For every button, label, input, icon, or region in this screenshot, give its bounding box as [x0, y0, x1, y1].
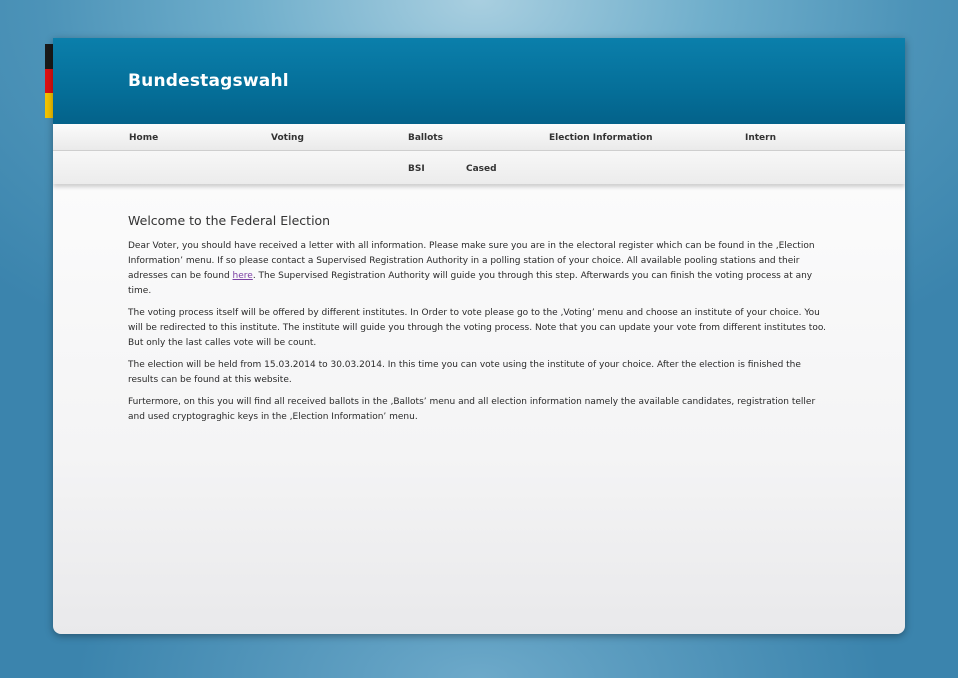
subnav-bsi[interactable]: BSI	[408, 164, 425, 174]
election-dates-paragraph: The election will be held from 15.03.201…	[128, 360, 801, 385]
nav-intern[interactable]: Intern	[745, 133, 776, 143]
nav-ballots[interactable]: Ballots	[408, 133, 443, 143]
flag-stripe-gold	[45, 93, 53, 118]
site-title: Bundestagswahl	[128, 71, 289, 91]
polling-stations-link[interactable]: here	[233, 271, 253, 281]
secondary-nav: BSI Cased	[53, 151, 905, 184]
german-flag-icon	[45, 44, 53, 118]
nav-election-information[interactable]: Election Information	[549, 133, 653, 143]
ballots-info-paragraph: Furtermore, on this you will find all re…	[128, 397, 816, 422]
voting-process-paragraph: The voting process itself will be offere…	[128, 308, 827, 348]
subnav-cased[interactable]: Cased	[466, 164, 497, 174]
intro-paragraph: Dear Voter, you should have received a l…	[128, 239, 831, 299]
nav-voting[interactable]: Voting	[271, 133, 304, 143]
flag-stripe-black	[45, 44, 53, 69]
site-header: Bundestagswahl	[53, 38, 905, 124]
main-content: Welcome to the Federal Election Dear Vot…	[128, 213, 831, 432]
flag-stripe-red	[45, 68, 53, 94]
nav-home[interactable]: Home	[129, 133, 158, 143]
page-heading: Welcome to the Federal Election	[128, 213, 331, 228]
main-card: Bundestagswahl Home Voting Ballots Elect…	[53, 38, 905, 634]
primary-nav: Home Voting Ballots Election Information…	[53, 124, 905, 151]
